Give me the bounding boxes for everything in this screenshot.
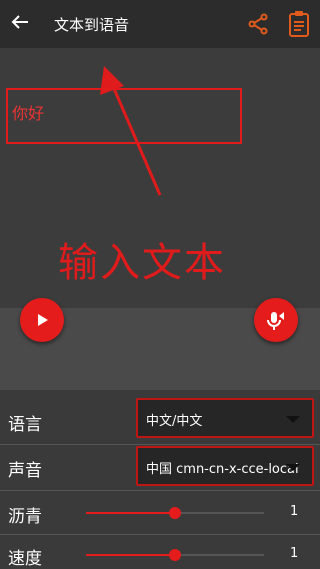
dropdown-caret-icon [286,464,300,471]
divider [0,444,320,445]
text-input-value: 你好 [12,104,45,123]
language-select[interactable]: 中文/中文 [136,398,314,438]
app-bar: 文本到语音 [0,0,320,48]
voice-input-button[interactable] [254,298,298,342]
settings-panel: 语言 中文/中文 声音 中国 cmn-cn-x-cce-local 沥青 1 速… [0,390,320,569]
pitch-slider-thumb[interactable] [169,507,181,519]
speed-slider[interactable] [86,549,264,561]
text-input[interactable]: 你好 [6,88,242,144]
text-editor-area: 你好 输入文本 [0,48,320,308]
divider [0,490,320,491]
language-select-value: 中文/中文 [146,414,203,429]
pitch-slider-fill [86,512,175,514]
pitch-slider[interactable] [86,507,264,519]
share-icon[interactable] [246,12,270,36]
language-label: 语言 [8,415,42,435]
back-arrow-icon[interactable] [10,12,30,37]
mic-icon [267,312,284,330]
speed-slider-fill [86,554,175,556]
pitch-value: 1 [290,504,299,519]
voice-select-value: 中国 cmn-cn-x-cce-local [146,462,299,477]
page-title: 文本到语音 [54,16,130,34]
speed-slider-thumb[interactable] [169,549,181,561]
voice-label: 声音 [8,461,42,481]
pitch-label: 沥青 [8,507,42,527]
divider [0,534,320,535]
play-button[interactable] [20,298,64,342]
speed-label: 速度 [8,549,42,569]
play-icon [38,314,48,326]
input-text-annotation: 输入文本 [58,240,226,286]
speed-value: 1 [290,546,299,561]
voice-select[interactable]: 中国 cmn-cn-x-cce-local [136,446,314,486]
dropdown-caret-icon [286,416,300,423]
clipboard-icon[interactable] [288,10,310,38]
